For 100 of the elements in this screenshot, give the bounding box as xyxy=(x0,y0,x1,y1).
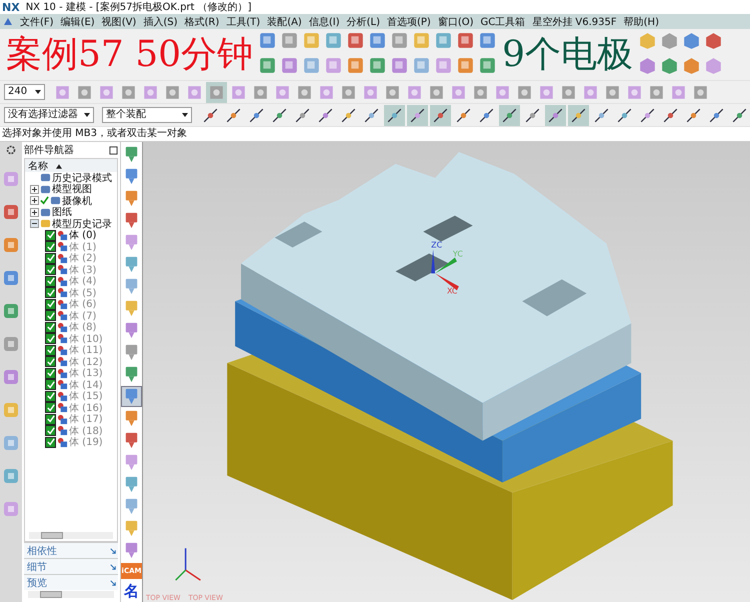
expand-toggle[interactable] xyxy=(30,196,39,206)
menu-item[interactable]: 星空外挂 V6.935F xyxy=(532,14,617,28)
body-icon xyxy=(57,390,68,402)
resource-tab-icon[interactable] xyxy=(1,466,21,486)
collapsed-panel-header[interactable]: 预览 xyxy=(27,576,47,590)
checkbox[interactable] xyxy=(45,436,56,448)
menu-item[interactable]: 文件(F) xyxy=(20,14,54,28)
resource-tab-icon[interactable] xyxy=(1,235,21,255)
checkbox[interactable] xyxy=(45,241,56,252)
expand-arrow-icon[interactable] xyxy=(110,580,116,586)
node-icon xyxy=(50,195,61,206)
body-icon xyxy=(57,287,68,298)
body-icon xyxy=(57,310,68,322)
node-icon xyxy=(40,206,51,218)
resource-tab-icon[interactable] xyxy=(1,433,21,453)
menu-item[interactable]: 窗口(O) xyxy=(438,14,474,28)
body-icon xyxy=(57,241,68,252)
checkbox[interactable] xyxy=(45,344,56,356)
menu-item[interactable]: GC工具箱 xyxy=(480,14,526,28)
tree-item[interactable]: 历史记录模式 xyxy=(52,170,112,185)
tree-item[interactable]: 体 (0) xyxy=(69,228,96,242)
expand-arrow-icon[interactable] xyxy=(110,548,116,554)
checkbox[interactable] xyxy=(45,230,56,241)
body-icon xyxy=(57,276,68,287)
tool-icon[interactable] xyxy=(122,387,141,406)
tree-item[interactable]: 图纸 xyxy=(52,205,72,220)
snap-icon[interactable] xyxy=(568,104,589,126)
name-tool-button[interactable]: 名 xyxy=(124,582,139,601)
tree-item[interactable]: 摄像机 xyxy=(62,194,92,208)
node-icon xyxy=(40,184,51,195)
menu-item[interactable]: 分析(L) xyxy=(346,14,380,28)
resource-tab-icon[interactable] xyxy=(1,367,21,387)
menu-item[interactable]: 视图(V) xyxy=(102,14,136,28)
resource-tab-icon[interactable] xyxy=(1,202,21,222)
mold-model-drawing[interactable] xyxy=(227,152,673,600)
checkbox[interactable] xyxy=(45,264,56,276)
checkbox[interactable] xyxy=(45,356,56,368)
tree-item[interactable]: 模型视图 xyxy=(52,182,92,196)
menu-item[interactable]: 帮助(H) xyxy=(624,14,659,28)
settings-icon[interactable] xyxy=(5,144,17,156)
resource-tab-icon[interactable] xyxy=(1,301,21,321)
resource-tab-icon[interactable] xyxy=(1,334,21,354)
checkbox[interactable] xyxy=(45,425,56,436)
snap-icon[interactable] xyxy=(499,104,520,126)
checkbox[interactable] xyxy=(45,276,56,287)
body-icon xyxy=(57,230,68,241)
menu-item[interactable]: 插入(S) xyxy=(143,14,178,28)
app-icon[interactable] xyxy=(3,16,13,26)
checkbox[interactable] xyxy=(45,252,56,264)
checkbox[interactable] xyxy=(45,310,56,322)
expand-arrow-icon[interactable] xyxy=(110,564,116,570)
status-prompt: 选择对象并使用 MB3，或者双击某一对象 xyxy=(0,127,750,142)
scale-dropdown[interactable]: 240 xyxy=(4,84,45,100)
horizontal-scrollbar[interactable] xyxy=(29,532,113,539)
body-icon xyxy=(57,436,68,448)
resource-tab-icon[interactable] xyxy=(1,268,21,288)
body-icon xyxy=(57,333,68,344)
maximize-icon[interactable] xyxy=(109,146,118,154)
snap-icon[interactable] xyxy=(545,104,566,126)
resource-tab-icon[interactable] xyxy=(1,499,21,519)
body-icon xyxy=(57,379,68,390)
axis-label: XC xyxy=(447,286,458,296)
snap-icon[interactable] xyxy=(430,104,451,126)
body-icon xyxy=(57,264,68,276)
checkbox[interactable] xyxy=(45,287,56,298)
window-title: NX 10 - 建模 - [案例57拆电极OK.prt （修改的）] xyxy=(26,0,252,14)
body-icon xyxy=(57,414,68,425)
menu-item[interactable]: 格式(R) xyxy=(184,14,220,28)
checkbox[interactable] xyxy=(45,379,56,390)
overlay-caption: 案例57 50分钟 xyxy=(6,36,254,72)
assembly-scope-dropdown[interactable]: 整个装配 xyxy=(102,107,192,123)
checkbox[interactable] xyxy=(45,322,56,333)
body-icon xyxy=(57,344,68,356)
menu-item[interactable]: 编辑(E) xyxy=(60,14,95,28)
checkbox[interactable] xyxy=(45,402,56,414)
body-icon xyxy=(57,322,68,333)
axis-label: ZC xyxy=(431,240,442,250)
checkbox[interactable] xyxy=(45,298,56,310)
snap-icon[interactable] xyxy=(407,104,428,126)
resource-tab-icon[interactable] xyxy=(1,400,21,420)
body-icon xyxy=(57,368,68,379)
sort-ascending-icon[interactable] xyxy=(56,164,62,169)
expand-toggle[interactable] xyxy=(30,184,39,194)
checkbox[interactable] xyxy=(45,390,56,402)
horizontal-scrollbar[interactable] xyxy=(28,591,114,598)
checkbox[interactable] xyxy=(45,414,56,425)
menu-item[interactable]: 工具(T) xyxy=(226,14,260,28)
checkbox[interactable] xyxy=(45,368,56,379)
checkbox[interactable] xyxy=(45,333,56,344)
column-header[interactable]: 名称 xyxy=(25,159,117,172)
tree-item[interactable]: 模型历史记录 xyxy=(52,216,112,231)
collapsed-panel-header[interactable]: 细节 xyxy=(27,560,47,574)
selection-filter-dropdown[interactable]: 没有选择过滤器 xyxy=(4,107,94,123)
expand-toggle[interactable] xyxy=(30,219,39,228)
menu-item[interactable]: 信息(I) xyxy=(308,14,340,28)
expand-toggle[interactable] xyxy=(30,208,39,217)
menu-item[interactable]: 首选项(P) xyxy=(386,14,431,28)
menu-item[interactable]: 装配(A) xyxy=(267,14,302,28)
resource-tab-icon[interactable] xyxy=(1,169,21,189)
snap-icon[interactable] xyxy=(384,104,405,126)
